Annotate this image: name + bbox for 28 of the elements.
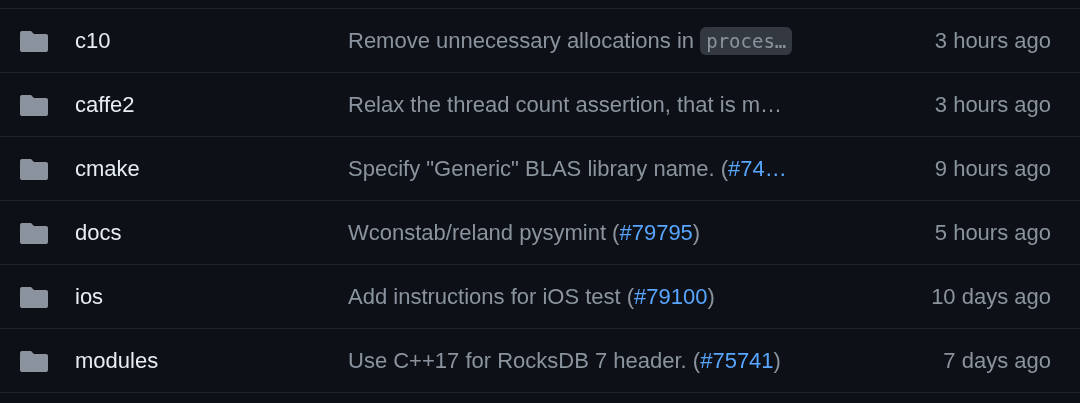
folder-icon (20, 348, 48, 373)
commit-message[interactable]: Wconstab/reland pysymint (#79795) (348, 219, 701, 246)
commit-time: 3 hours ago (934, 91, 1051, 118)
commit-message[interactable]: Use C++17 for RocksDB 7 header. (#75741) (348, 347, 781, 374)
folder-link[interactable]: modules (75, 347, 159, 374)
folder-link[interactable]: caffe2 (75, 91, 135, 118)
commit-time: 5 hours ago (934, 219, 1051, 246)
folder-icon (20, 28, 48, 53)
folder-link[interactable]: docs (75, 219, 122, 246)
commit-message[interactable]: Relax the thread count assertion, that is m… (348, 91, 783, 118)
issue-link[interactable]: #74… (728, 155, 787, 181)
folder-icon (20, 156, 48, 181)
issue-link[interactable]: #79795 (619, 219, 693, 245)
commit-time: 10 days ago (931, 283, 1051, 310)
commit-message[interactable]: Specify "Generic" BLAS library name. (#74… (348, 155, 787, 182)
folder-icon (20, 92, 48, 117)
commit-time: 3 hours ago (934, 27, 1051, 54)
commit-message[interactable]: Add instructions for iOS test (#79100) (348, 283, 715, 310)
commit-time: 7 days ago (943, 347, 1051, 374)
issue-link[interactable]: #75741 (700, 347, 774, 373)
folder-icon (20, 220, 48, 245)
folder-link[interactable]: ios (75, 283, 104, 310)
folder-icon (20, 284, 48, 309)
commit-message[interactable]: Remove unnecessary allocations in proces… (348, 27, 793, 54)
commit-time: 9 hours ago (934, 155, 1051, 182)
folder-link[interactable]: cmake (75, 155, 140, 182)
issue-link[interactable]: #79100 (634, 283, 708, 309)
folder-link[interactable]: c10 (75, 27, 111, 54)
